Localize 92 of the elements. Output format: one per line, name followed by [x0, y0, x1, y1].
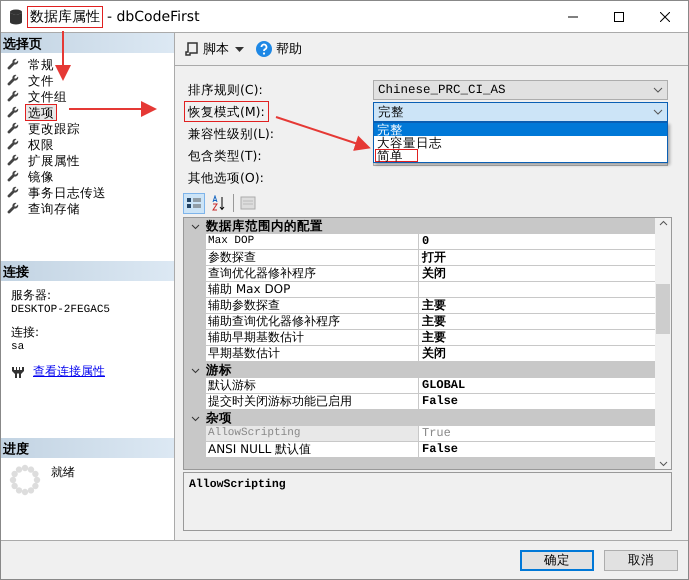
dropdown-option[interactable]: 完整: [374, 123, 667, 136]
property-name: 辅助 Max DOP: [206, 282, 419, 297]
field-label: 排序规则(C):: [187, 80, 264, 98]
login-name: sa: [11, 341, 26, 353]
maximize-icon: [614, 12, 624, 22]
dropdown-arrow-icon[interactable]: [235, 46, 244, 52]
wrench-icon: [7, 154, 19, 166]
property-value[interactable]: 0: [419, 234, 655, 249]
wrench-icon: [7, 74, 19, 86]
help-icon: [256, 41, 272, 57]
page-item[interactable]: 扩展属性: [25, 152, 83, 168]
categorized-view-button[interactable]: [183, 192, 205, 214]
section-header: 连接: [1, 261, 174, 281]
cancel-button[interactable]: 取消: [604, 550, 678, 570]
property-name: Max DOP: [206, 234, 419, 249]
property-name: 提交时关闭游标功能已启用: [206, 394, 419, 409]
database-icon: [9, 8, 23, 24]
scrollbar[interactable]: [655, 218, 671, 469]
scroll-icon: [185, 42, 199, 56]
property-value[interactable]: False: [419, 394, 655, 409]
database-name: - dbCodeFirst: [107, 8, 200, 24]
page-item[interactable]: 查询存储: [25, 200, 83, 216]
page-item[interactable]: 镜像: [25, 168, 57, 184]
ok-button[interactable]: 确定: [520, 550, 594, 570]
dropdown-option[interactable]: 大容量日志: [374, 136, 667, 149]
server-label: 服务器:: [11, 287, 52, 304]
field-label: 恢复模式(M):: [184, 100, 269, 122]
window-title: 数据库属性: [27, 6, 103, 28]
chevron-down-icon: [653, 109, 663, 115]
description-title: AllowScripting: [189, 478, 286, 491]
property-value[interactable]: 关闭: [419, 346, 655, 361]
property-value[interactable]: 打开: [419, 250, 655, 265]
field-label: 其他选项(O):: [187, 168, 265, 186]
property-name: 早期基数估计: [206, 346, 419, 361]
spinner-icon: [9, 464, 41, 496]
property-value[interactable]: 主要: [419, 314, 655, 329]
property-name: AllowScripting: [206, 426, 419, 441]
property-name: 参数探查: [206, 250, 419, 265]
property-value[interactable]: False: [419, 442, 655, 457]
login-label: 连接:: [11, 324, 40, 341]
property-value[interactable]: 主要: [419, 298, 655, 313]
wrench-icon: [7, 186, 19, 198]
wrench-icon: [7, 58, 19, 70]
property-name: 查询优化器修补程序: [206, 266, 419, 281]
category-name: 游标: [206, 362, 232, 378]
dropdown-option[interactable]: 简单: [374, 149, 667, 162]
property-name: 辅助早期基数估计: [206, 330, 419, 345]
annotation-arrow: [55, 31, 71, 81]
chevron-down-icon[interactable]: [190, 222, 200, 230]
dropdown-field[interactable]: Chinese_PRC_CI_AS: [373, 80, 668, 100]
page-item[interactable]: 文件: [25, 72, 57, 88]
category-name: 杂项: [206, 410, 232, 426]
property-page-icon: [240, 196, 256, 210]
scrollbar-thumb[interactable]: [656, 284, 670, 334]
wrench-icon: [7, 90, 19, 102]
close-icon: [660, 12, 670, 22]
page-item[interactable]: 选项: [25, 104, 57, 120]
page-item[interactable]: 事务日志传送: [25, 184, 109, 200]
list-icon: [186, 196, 202, 210]
wrench-icon: [7, 106, 19, 118]
page-item[interactable]: 更改跟踪: [25, 120, 83, 136]
field-label: 包含类型(T):: [187, 146, 263, 164]
chevron-down-icon[interactable]: [190, 414, 200, 422]
wrench-icon: [7, 202, 19, 214]
script-button[interactable]: 脚本: [185, 40, 229, 58]
section-header: 进度: [1, 438, 174, 458]
property-name: 默认游标: [206, 378, 419, 393]
help-button[interactable]: 帮助: [256, 40, 302, 58]
scroll-down-icon[interactable]: [658, 461, 668, 467]
page-item[interactable]: 文件组: [25, 88, 70, 104]
dropdown-field[interactable]: 完整: [373, 102, 668, 122]
property-value[interactable]: 关闭: [419, 266, 655, 281]
sort-az-icon: [211, 195, 227, 211]
property-value[interactable]: 主要: [419, 330, 655, 345]
property-value[interactable]: GLOBAL: [419, 378, 655, 393]
category-name: 数据库范围内的配置: [206, 218, 323, 234]
section-header: 选择页: [1, 33, 174, 53]
wrench-icon: [7, 122, 19, 134]
wrench-icon: [7, 170, 19, 182]
page-item[interactable]: 常规: [25, 56, 57, 72]
property-name: 辅助参数探查: [206, 298, 419, 313]
server-name: DESKTOP-2FEGAC5: [11, 304, 112, 316]
wrench-icon: [7, 138, 19, 150]
property-name: ANSI NULL 默认值: [206, 442, 419, 457]
progress-status: 就绪: [51, 464, 75, 481]
chevron-down-icon: [653, 87, 663, 93]
plug-icon: [11, 366, 25, 378]
field-label: 兼容性级别(L):: [187, 124, 275, 142]
scroll-up-icon[interactable]: [658, 220, 668, 226]
chevron-down-icon[interactable]: [190, 366, 200, 374]
page-item[interactable]: 权限: [25, 136, 57, 152]
property-name: 辅助查询优化器修补程序: [206, 314, 419, 329]
